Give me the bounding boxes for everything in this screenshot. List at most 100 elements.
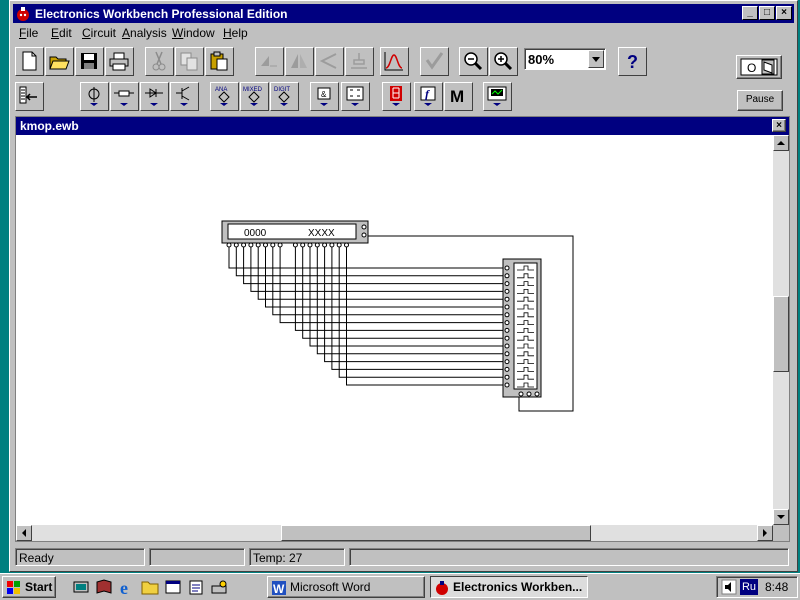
open-folder-icon <box>49 56 70 70</box>
controls-bin-button[interactable]: f <box>414 82 443 111</box>
status-temperature: Temp: 27 <box>249 548 345 566</box>
document-title-bar[interactable]: kmop.ewb × <box>16 117 789 135</box>
maximize-button[interactable]: □ <box>759 6 775 20</box>
zoom-out-icon <box>464 52 483 71</box>
menu-edit[interactable]: Edit <box>51 26 72 40</box>
horizontal-scroll-thumb[interactable] <box>281 525 591 541</box>
taskbar: Start e W Microsoft Word Electronics Wor… <box>0 573 800 600</box>
zoom-select[interactable]: 80% <box>524 48 606 70</box>
word-generator-pin <box>255 242 261 248</box>
horizontal-scrollbar[interactable] <box>16 525 773 541</box>
rotate-button[interactable] <box>255 47 284 76</box>
cut-button[interactable] <box>145 47 174 76</box>
explorer-icon[interactable] <box>164 578 182 596</box>
speaker-icon[interactable] <box>721 579 737 595</box>
digital-ics-bin-button[interactable]: DIGIT <box>270 82 299 111</box>
internet-explorer-icon[interactable]: e <box>118 578 136 596</box>
taskbar-item-microsoft-word[interactable]: W Microsoft Word <box>267 576 425 598</box>
scroll-up-button[interactable] <box>773 135 789 151</box>
notepad-icon[interactable] <box>187 578 205 596</box>
zoom-dropdown-arrow[interactable] <box>588 50 604 68</box>
data-wire <box>331 247 507 370</box>
word-generator[interactable]: 0000 XXXX <box>221 220 369 248</box>
status-empty-panel <box>149 548 245 566</box>
miscellaneous-bin-button[interactable]: M <box>444 82 473 111</box>
copy-button[interactable] <box>175 47 204 76</box>
word-generator-pin <box>329 242 335 248</box>
paste-button[interactable] <box>205 47 234 76</box>
zoom-in-icon <box>494 52 513 71</box>
new-button[interactable] <box>15 47 44 76</box>
logic-analyzer-clock-pin <box>534 391 540 397</box>
language-indicator[interactable]: Ru <box>740 579 758 595</box>
logic-analyzer-input-pin <box>504 273 510 279</box>
scroll-left-button[interactable] <box>16 525 32 541</box>
status-message: Ready <box>15 548 145 566</box>
start-button[interactable]: Start <box>2 576 56 598</box>
print-button[interactable] <box>105 47 134 76</box>
flip-horizontal-button[interactable] <box>285 47 314 76</box>
indicators-bin-button[interactable] <box>382 82 411 111</box>
scroll-right-button[interactable] <box>757 525 773 541</box>
logic-gates-bin-button[interactable]: & <box>310 82 339 111</box>
power-switch[interactable]: O <box>736 55 782 79</box>
zoom-in-button[interactable] <box>489 47 518 76</box>
minimize-button[interactable]: _ <box>742 6 758 20</box>
analysis-graphs-button[interactable] <box>420 47 449 76</box>
new-file-icon <box>22 51 37 71</box>
logic-analyzer-input-pin <box>504 320 510 326</box>
book-icon[interactable] <box>95 578 113 596</box>
digital-bin-button[interactable] <box>341 82 370 111</box>
menu-help[interactable]: Help <box>223 26 248 40</box>
svg-text:W: W <box>273 582 285 596</box>
menu-analysis[interactable]: Analysis <box>122 26 167 40</box>
basic-bin-button[interactable] <box>110 82 139 111</box>
menu-file[interactable]: File <box>19 26 38 40</box>
flip-vertical-button[interactable] <box>315 47 344 76</box>
show-desktop-icon[interactable] <box>72 578 90 596</box>
diodes-bin-button[interactable] <box>140 82 169 111</box>
word-generator-pin <box>307 242 313 248</box>
open-button[interactable] <box>45 47 74 76</box>
printer-icon <box>109 52 129 71</box>
vertical-scroll-thumb[interactable] <box>773 296 789 372</box>
document-close-button[interactable]: × <box>772 119 786 132</box>
circuit-canvas[interactable]: 0000 XXXX <box>16 135 773 525</box>
resistor-icon <box>114 90 134 106</box>
sources-bin-button[interactable] <box>80 82 109 111</box>
word-generator-pin <box>270 242 276 248</box>
close-button[interactable]: × <box>776 6 792 20</box>
network-icon[interactable] <box>210 578 228 596</box>
function-icon: f <box>420 86 436 106</box>
power-switch-icon: O <box>740 58 778 76</box>
word-generator-pin <box>344 242 349 248</box>
vertical-scrollbar[interactable] <box>773 135 789 525</box>
taskbar-item-electronics-workbench[interactable]: Electronics Workben... <box>430 576 588 598</box>
analog-ic-icon: ANA <box>215 87 230 106</box>
parts-favorites-icon <box>19 86 37 104</box>
title-bar[interactable]: Electronics Workbench Professional Editi… <box>13 4 794 23</box>
application-window: Electronics Workbench Professional Editi… <box>9 0 798 572</box>
save-button[interactable] <box>75 47 104 76</box>
word-generator-ready-pin <box>361 232 367 238</box>
favorites-bin-button[interactable] <box>15 82 44 111</box>
folder-icon[interactable] <box>141 578 159 596</box>
flip-flop-icon <box>346 86 364 106</box>
analog-ics-bin-button[interactable]: ANA <box>210 82 239 111</box>
mixed-ics-bin-button[interactable]: MIXED <box>240 82 269 111</box>
menu-circuit[interactable]: Circuit <box>82 26 116 40</box>
logic-analyzer[interactable] <box>502 258 542 398</box>
menu-window[interactable]: Window <box>172 26 215 40</box>
logic-analyzer-input-pin <box>504 382 510 388</box>
pause-button[interactable]: Pause <box>737 90 783 111</box>
zoom-out-button[interactable] <box>459 47 488 76</box>
help-button[interactable]: ? <box>618 47 647 76</box>
scroll-down-button[interactable] <box>773 509 789 525</box>
instruments-bin-button[interactable] <box>483 82 512 111</box>
logic-analyzer-input-pin <box>504 288 510 294</box>
transistors-bin-button[interactable] <box>170 82 199 111</box>
component-properties-button[interactable] <box>345 47 374 76</box>
question-mark-icon: ? <box>627 52 638 72</box>
create-subcircuit-button[interactable] <box>380 47 409 76</box>
component-icon <box>351 53 367 69</box>
